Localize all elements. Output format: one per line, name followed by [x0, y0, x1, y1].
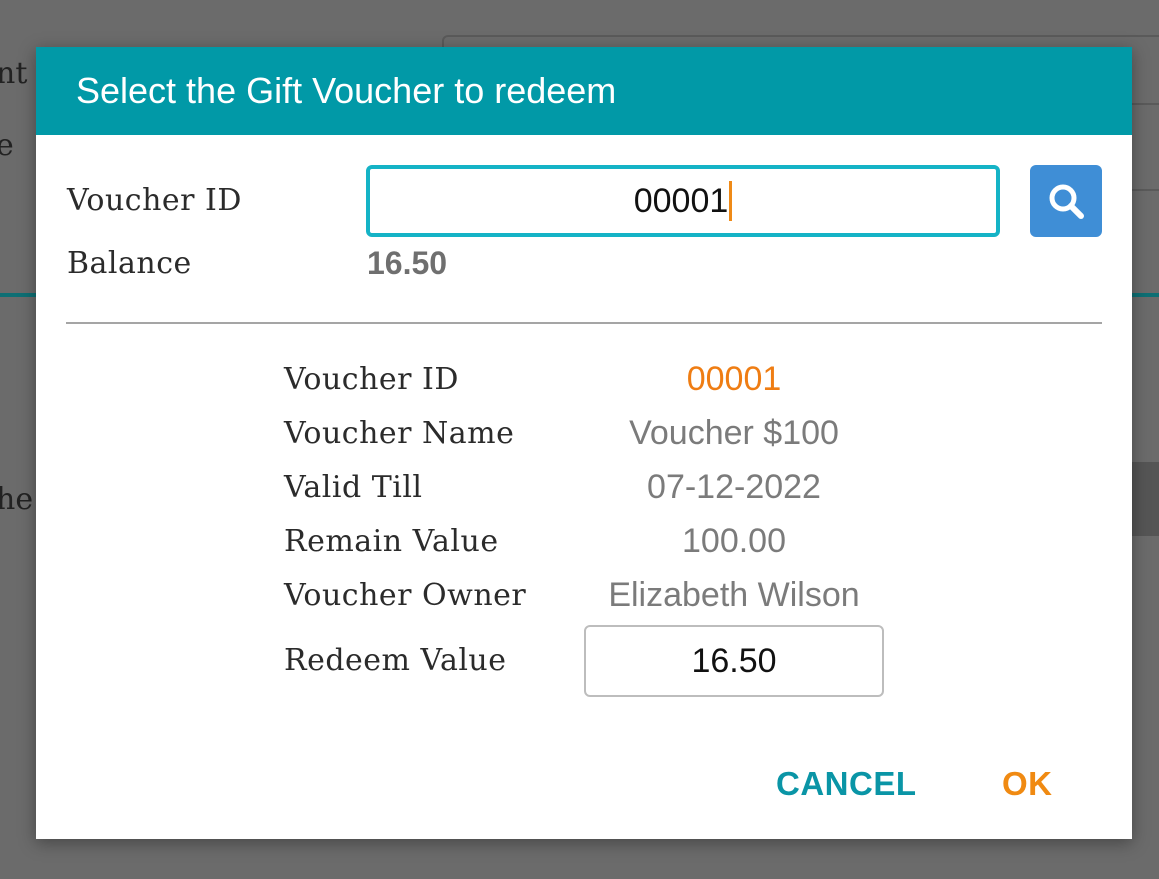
text-caret	[729, 181, 733, 221]
background-label-2: e	[0, 128, 14, 163]
voucher-id-input-value: 00001	[633, 181, 729, 220]
dialog-title: Select the Gift Voucher to redeem	[76, 70, 617, 111]
divider	[66, 322, 1102, 324]
search-icon	[1049, 184, 1084, 219]
detail-label-voucher-owner: Voucher Owner	[284, 578, 527, 613]
detail-label-remain-value: Remain Value	[284, 524, 499, 559]
background-panel	[1130, 462, 1159, 536]
detail-label-voucher-id: Voucher ID	[284, 362, 459, 397]
detail-value-voucher-owner: Elizabeth Wilson	[608, 576, 860, 614]
detail-value-remain-value: 100.00	[682, 522, 786, 560]
voucher-id-input[interactable]: 00001	[366, 165, 1000, 237]
detail-label-valid-till: Valid Till	[284, 470, 423, 505]
redeem-value-input[interactable]: 16.50	[584, 625, 884, 697]
background-label-3: he	[0, 482, 34, 517]
balance-label: Balance	[67, 246, 192, 281]
cancel-button[interactable]: CANCEL	[776, 765, 917, 803]
voucher-id-label: Voucher ID	[67, 183, 242, 218]
background-label-1: nt	[0, 56, 28, 91]
detail-label-voucher-name: Voucher Name	[284, 416, 515, 451]
detail-value-voucher-name: Voucher $100	[629, 414, 839, 452]
balance-value: 16.50	[367, 245, 448, 281]
redeem-value-input-value: 16.50	[691, 641, 777, 680]
redeem-value-label: Redeem Value	[284, 643, 507, 678]
detail-value-valid-till: 07-12-2022	[647, 468, 821, 506]
dialog-header: Select the Gift Voucher to redeem	[36, 47, 1132, 135]
search-button[interactable]	[1030, 165, 1102, 237]
ok-button[interactable]: OK	[1002, 765, 1053, 803]
gift-voucher-dialog: Select the Gift Voucher to redeem Vouche…	[36, 47, 1132, 839]
detail-value-voucher-id: 00001	[686, 360, 782, 398]
